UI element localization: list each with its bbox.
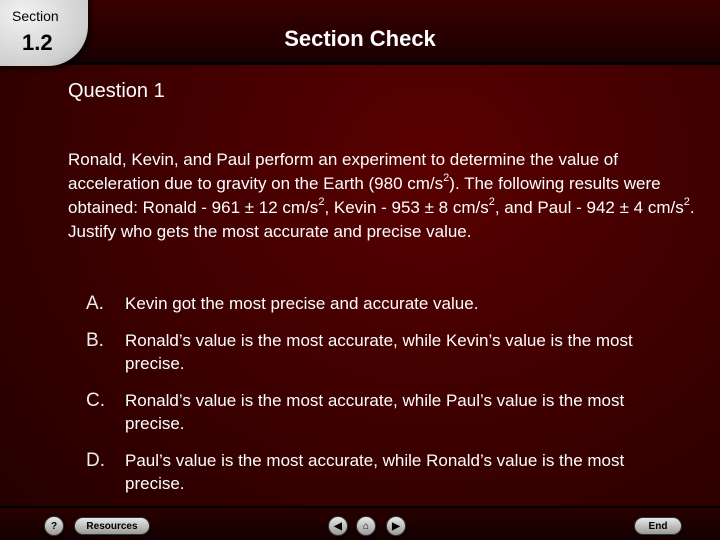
answer-option-a[interactable]: A. Kevin got the most precise and accura… (86, 292, 686, 315)
answer-letter: C. (86, 390, 105, 411)
answer-letter: A. (86, 293, 104, 314)
superscript: 2 (683, 196, 690, 209)
navigation-bar: ? Resources ◀ ⌂ ▶ End (0, 506, 720, 540)
section-label: Section (12, 8, 59, 24)
answer-letter: B. (86, 330, 104, 351)
answer-text: Ronald’s value is the most accurate, whi… (125, 331, 633, 373)
end-button[interactable]: End (634, 517, 682, 535)
section-number: 1.2 (22, 30, 53, 55)
superscript: 2 (318, 196, 325, 209)
previous-button[interactable]: ◀ (328, 516, 348, 536)
answer-option-d[interactable]: D. Paul’s value is the most accurate, wh… (86, 449, 686, 495)
answer-text: Kevin got the most precise and accurate … (125, 294, 479, 313)
superscript: 2 (488, 196, 495, 209)
answer-text: Ronald’s value is the most accurate, whi… (125, 391, 625, 433)
title-bar: Section Check (0, 0, 720, 65)
question-text-part: , and Paul - 942 ± 4 cm/s (494, 198, 684, 217)
next-button[interactable]: ▶ (386, 516, 406, 536)
question-text-part: . (689, 198, 695, 217)
arrow-left-icon: ◀ (334, 520, 342, 532)
slide: Section Check Section 1.2 Question 1 Ron… (0, 0, 720, 540)
help-button[interactable]: ? (44, 516, 64, 536)
answer-option-c[interactable]: C. Ronald’s value is the most accurate, … (86, 389, 686, 435)
arrow-right-icon: ▶ (392, 520, 400, 532)
question-instruction: Justify who gets the most accurate and p… (68, 222, 472, 241)
resources-button[interactable]: Resources (74, 517, 150, 535)
help-icon: ? (50, 520, 58, 532)
question-text: Ronald, Kevin, and Paul perform an exper… (68, 148, 698, 244)
question-text-part: , Kevin - 953 ± 8 cm/s (324, 198, 489, 217)
answer-text: Paul’s value is the most accurate, while… (125, 451, 625, 493)
answer-option-b[interactable]: B. Ronald’s value is the most accurate, … (86, 329, 686, 375)
page-title: Section Check (284, 26, 436, 51)
home-button[interactable]: ⌂ (356, 516, 376, 536)
superscript: 2 (443, 172, 450, 185)
home-icon: ⌂ (362, 520, 370, 532)
answer-letter: D. (86, 450, 105, 471)
question-heading: Question 1 (68, 80, 165, 102)
